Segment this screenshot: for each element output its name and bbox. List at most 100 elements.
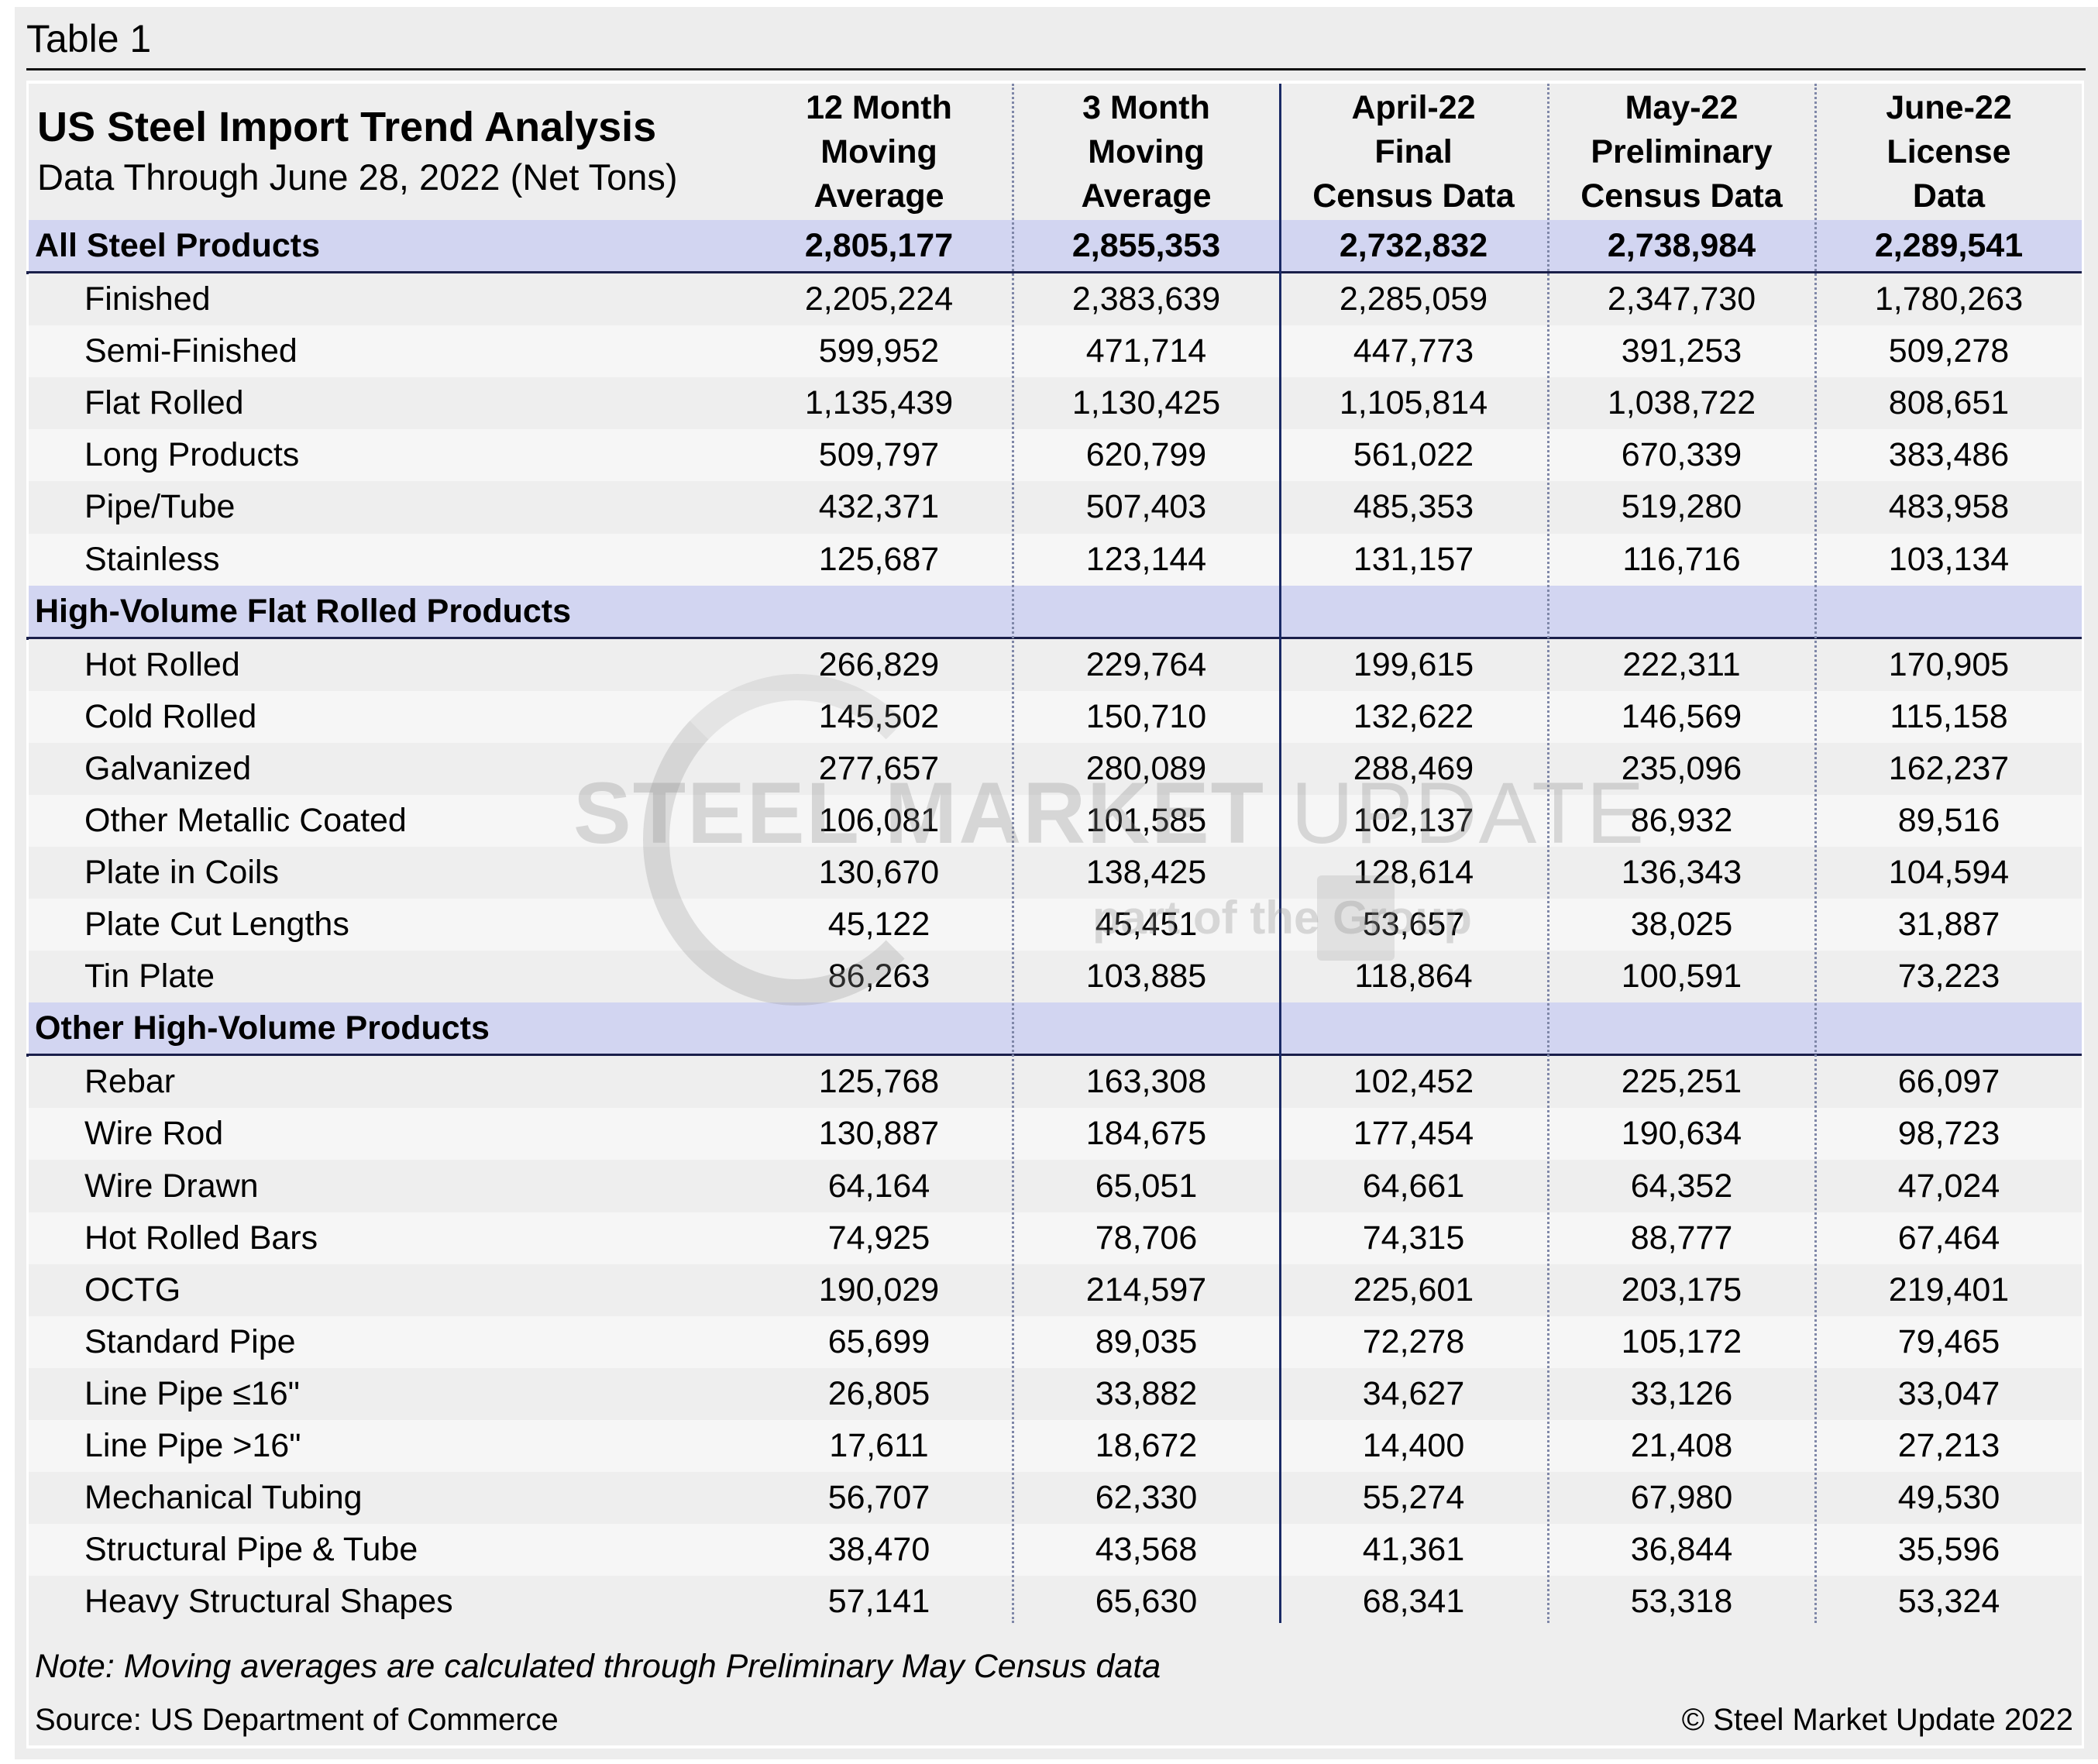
cell-value: 229,764: [1085, 645, 1207, 683]
cell-value: 35,596: [1897, 1531, 2000, 1569]
table-row: Hot Rolled 266,829 229,764 199,615 222,311 17…: [29, 638, 2082, 691]
cell-value: 21,408: [1630, 1427, 1733, 1464]
cell-value: 130,670: [818, 854, 940, 891]
cell-value: [1013, 586, 1280, 638]
row-label: Long Products: [84, 436, 300, 474]
cell-value: 118,864: [1354, 958, 1473, 995]
table-row: Plate Cut Lengths 45,122 45,451 53,657 38,02…: [29, 899, 2082, 951]
table-row: Line Pipe >16" 17,611 18,672 14,400 21,408 27…: [29, 1420, 2082, 1472]
table-title: US Steel Import Trend Analysis: [37, 104, 657, 150]
table-row: Finished 2,205,224 2,383,639 2,285,059 2,347…: [29, 273, 2082, 325]
cell-value: [1548, 586, 1815, 638]
cell-value: 102,452: [1353, 1063, 1474, 1101]
cell-value: 130,887: [818, 1115, 940, 1153]
cell-value: 509,278: [1888, 332, 2010, 370]
table-row: Galvanized 277,657 280,089 288,469 235,096 16…: [29, 742, 2082, 795]
cell-value: [1548, 1002, 1815, 1054]
cell-value: 136,343: [1621, 854, 1742, 891]
table-row: Cold Rolled 145,502 150,710 132,622 146,569 1…: [29, 690, 2082, 743]
cell-value: 33,882: [1095, 1374, 1198, 1412]
cell-value: 103,134: [1888, 540, 2010, 578]
cell-value: 72,278: [1362, 1322, 1465, 1360]
cell-value: 57,141: [827, 1583, 930, 1621]
cell-value: 74,315: [1362, 1219, 1465, 1257]
cell-value: 2,805,177: [804, 227, 954, 264]
cell-value: [1013, 1002, 1280, 1054]
row-label: Pipe/Tube: [84, 488, 236, 526]
cell-value: 432,371: [818, 488, 940, 526]
cell-value: [745, 586, 1013, 638]
cell-value: 670,339: [1621, 436, 1742, 474]
column-header-line: Census Data: [1580, 177, 1783, 215]
cell-value: 64,352: [1630, 1167, 1733, 1205]
cell-value: 214,597: [1085, 1271, 1207, 1308]
table-row: Pipe/Tube 432,371 507,403 485,353 519,280 483…: [29, 481, 2082, 534]
cell-value: 62,330: [1095, 1479, 1198, 1517]
cell-value: 101,585: [1085, 801, 1207, 839]
cell-value: 485,353: [1353, 488, 1474, 526]
section-header-row: All Steel Products 2,805,177 2,855,353 2,73…: [26, 220, 2082, 274]
section-label: High-Volume Flat Rolled Products: [35, 592, 572, 630]
column-divider: [1814, 84, 1817, 1623]
cell-value: 89,035: [1095, 1322, 1198, 1360]
cell-value: 33,047: [1897, 1374, 2000, 1412]
column-header-line: Average: [813, 177, 944, 215]
cell-value: 36,844: [1630, 1531, 1733, 1569]
cell-value: 45,122: [827, 906, 930, 944]
cell-value: 100,591: [1621, 958, 1742, 995]
cell-value: 203,175: [1621, 1271, 1742, 1308]
cell-value: 1,135,439: [804, 384, 954, 422]
cell-value: 64,661: [1362, 1167, 1465, 1205]
cell-value: 55,274: [1362, 1479, 1465, 1517]
cell-value: 561,022: [1353, 436, 1474, 474]
cell-value: 131,157: [1353, 540, 1474, 578]
cell-value: 79,465: [1897, 1322, 2000, 1360]
cell-value: 277,657: [818, 749, 940, 787]
cell-value: 33,126: [1630, 1374, 1733, 1412]
column-divider: [1012, 84, 1014, 1623]
row-label: OCTG: [84, 1271, 181, 1308]
cell-value: 170,905: [1888, 645, 2010, 683]
cell-value: 162,237: [1888, 749, 2010, 787]
column-header-line: June-22: [1886, 88, 2012, 126]
table-row: Plate in Coils 130,670 138,425 128,614 136,3…: [29, 847, 2082, 899]
column-header-line: Moving: [820, 132, 937, 170]
cell-value: 105,172: [1621, 1322, 1742, 1360]
table-row: Heavy Structural Shapes 57,141 65,630 68,34…: [29, 1576, 2082, 1628]
cell-value: 599,952: [818, 332, 940, 370]
cell-value: 177,454: [1353, 1115, 1474, 1153]
cell-value: 235,096: [1621, 749, 1742, 787]
row-label: Heavy Structural Shapes: [84, 1583, 453, 1621]
cell-value: 47,024: [1897, 1167, 2000, 1205]
row-label: Hot Rolled Bars: [84, 1219, 318, 1257]
cell-value: 509,797: [818, 436, 940, 474]
row-label: Finished: [84, 280, 211, 318]
cell-value: 14,400: [1362, 1427, 1465, 1464]
cell-value: 2,732,832: [1339, 227, 1488, 264]
table-row: Semi-Finished 599,952 471,714 447,773 391,25…: [29, 325, 2082, 378]
row-label: Wire Drawn: [84, 1167, 259, 1205]
table-row: Flat Rolled 1,135,439 1,130,425 1,105,814 1,…: [29, 377, 2082, 430]
table-row: Hot Rolled Bars 74,925 78,706 74,315 88,777 6…: [29, 1212, 2082, 1264]
cell-value: 38,025: [1630, 906, 1733, 944]
cell-value: 1,038,722: [1607, 384, 1756, 422]
cell-value: 2,738,984: [1607, 227, 1756, 264]
top-divider: [26, 68, 2086, 70]
column-header-line: 3 Month: [1082, 88, 1210, 126]
cell-value: 471,714: [1085, 332, 1207, 370]
cell-value: [1815, 1002, 2083, 1054]
row-label: Stainless: [84, 540, 220, 578]
cell-value: 17,611: [829, 1427, 929, 1464]
section-label: Other High-Volume Products: [35, 1009, 490, 1047]
cell-value: 150,710: [1085, 697, 1207, 735]
cell-value: 132,622: [1353, 697, 1474, 735]
cell-value: 115,158: [1890, 697, 2008, 735]
cell-value: 808,651: [1888, 384, 2010, 422]
table-row: Wire Drawn 64,164 65,051 64,661 64,352 47,024: [29, 1160, 2082, 1212]
cell-value: 225,251: [1621, 1063, 1742, 1101]
cell-value: 2,347,730: [1607, 280, 1756, 318]
column-header-line: Data: [1912, 177, 1986, 215]
cell-value: 65,699: [827, 1322, 930, 1360]
column-header: April-22 Final Census Data: [1280, 84, 1547, 220]
cell-value: 103,885: [1085, 958, 1207, 995]
